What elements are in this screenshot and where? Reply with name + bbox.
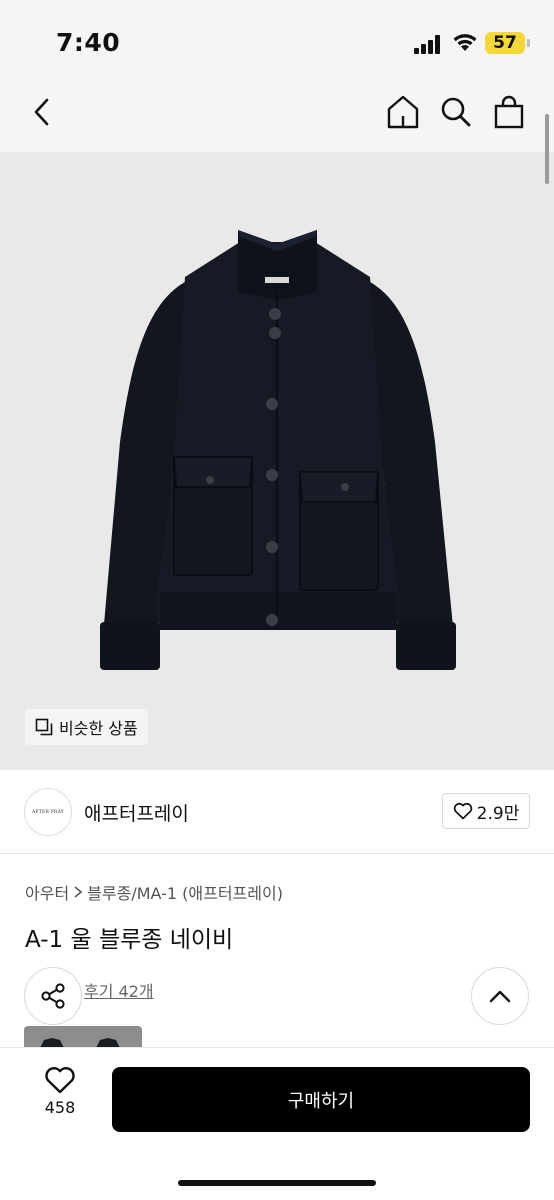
product-thumbnail[interactable] — [24, 1026, 142, 1048]
shop-name[interactable]: 애프터프레이 — [84, 799, 189, 826]
product-title: A-1 울 블루종 네이비 — [25, 927, 234, 953]
chevron-left-icon — [34, 98, 49, 126]
jacket-photo — [100, 230, 456, 670]
back-button[interactable] — [20, 88, 64, 136]
copy-icon — [35, 718, 53, 736]
similar-products-button[interactable]: 비슷한 상품 — [25, 709, 148, 745]
shop-logo[interactable]: AFTER PRAY — [24, 788, 72, 836]
battery-tip — [527, 39, 530, 47]
breadcrumb-level1[interactable]: 아우터 — [25, 880, 69, 904]
chevron-up-icon — [489, 990, 511, 1003]
shop-logo-text: AFTER PRAY — [32, 809, 64, 815]
share-button[interactable] — [24, 967, 82, 1025]
buy-button[interactable]: 구매하기 — [112, 1067, 530, 1132]
share-icon — [41, 983, 65, 1009]
wishlist-count: 458 — [44, 1098, 76, 1117]
wishlist-button[interactable]: 458 — [24, 1066, 96, 1130]
status-time: 7:40 — [56, 28, 121, 57]
shop-like-button[interactable]: 2.9만 — [442, 793, 530, 829]
cellular-signal-icon — [414, 34, 444, 54]
product-image[interactable] — [0, 152, 554, 770]
scroll-to-top-button[interactable] — [471, 967, 529, 1025]
search-icon — [441, 97, 471, 127]
page-scrollbar[interactable] — [545, 114, 549, 184]
review-link[interactable]: 후기 42개 — [84, 978, 154, 1002]
thumbnail-jackets — [40, 1038, 120, 1048]
breadcrumb-level2[interactable]: 블루종/MA-1 (애프터프레이) — [87, 880, 283, 904]
cart-button[interactable] — [487, 88, 531, 136]
home-icon — [387, 95, 419, 129]
chevron-right-icon — [74, 886, 83, 898]
home-indicator — [178, 1180, 376, 1186]
heart-icon — [453, 802, 472, 820]
home-button[interactable] — [381, 88, 425, 136]
heart-icon — [45, 1067, 75, 1094]
breadcrumb: 아우터 블루종/MA-1 (애프터프레이) — [25, 880, 283, 904]
nav-bar — [0, 88, 554, 152]
search-button[interactable] — [434, 88, 478, 136]
battery-indicator: 57 — [485, 32, 525, 54]
shop-like-count: 2.9만 — [476, 803, 520, 824]
shop-row: AFTER PRAY 애프터프레이 2.9만 — [0, 770, 554, 854]
similar-products-label: 비슷한 상품 — [59, 719, 138, 738]
status-bar: 7:40 57 — [0, 0, 554, 88]
wifi-icon — [453, 34, 477, 51]
shopping-bag-icon — [494, 95, 524, 129]
